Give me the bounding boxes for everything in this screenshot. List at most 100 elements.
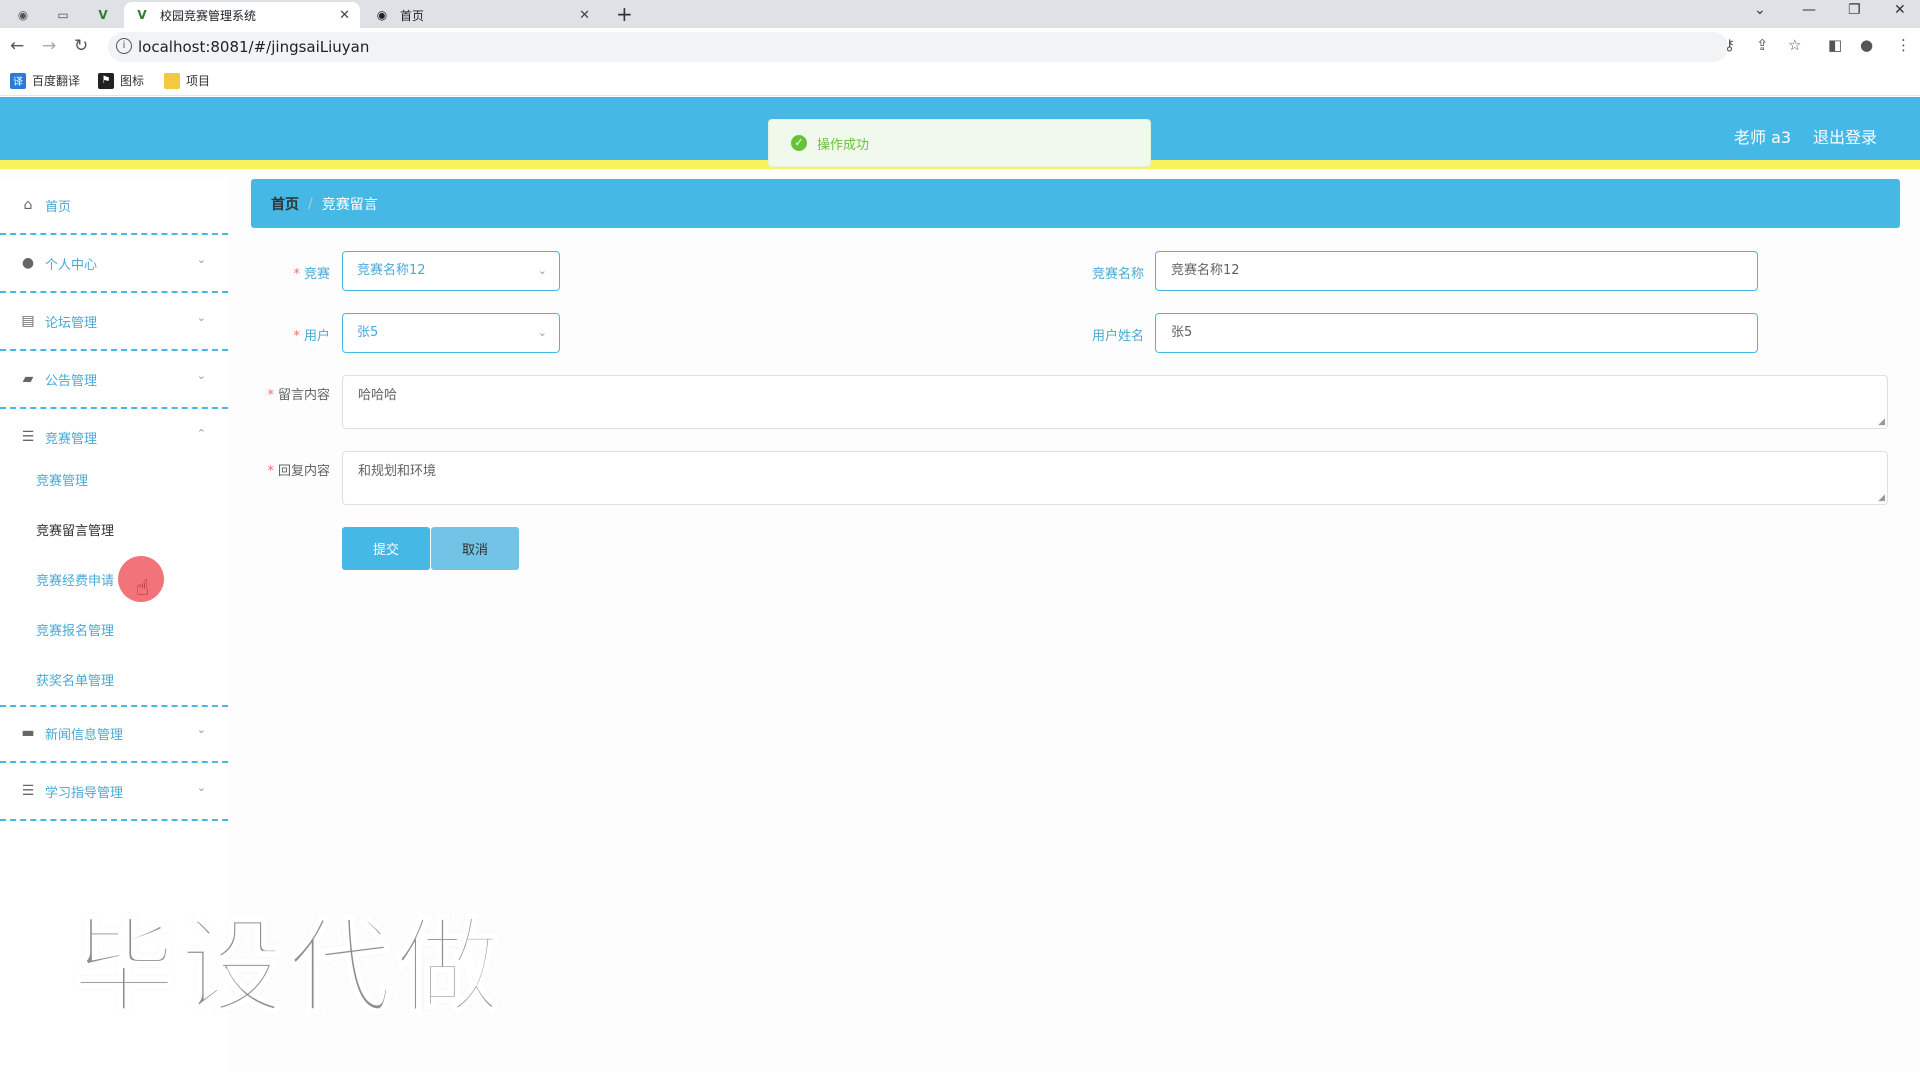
side-panel-icon[interactable]: ◧ — [1828, 36, 1842, 54]
check-circle-icon: ✓ — [791, 135, 807, 151]
sidebar-item-label: 学习指导管理 — [45, 786, 124, 801]
sidebar-item-label: 公告管理 — [45, 374, 98, 389]
bookmark-icons[interactable]: ⚑ 图标 — [98, 72, 144, 89]
tab-search-icon[interactable]: ⌄ — [1754, 2, 1766, 18]
key-icon[interactable]: ⚷ — [1724, 36, 1735, 54]
breadcrumb-separator: / — [308, 195, 313, 212]
sidebar-item-news[interactable]: ▬ 新闻信息管理 ⌄ — [0, 707, 228, 763]
sidebar-item-label: 个人中心 — [45, 258, 98, 273]
menu-dots-icon[interactable]: ⋮ — [1896, 36, 1911, 54]
message-label: * 留言内容 — [267, 388, 330, 403]
tab-campus-system[interactable]: V 校园竞赛管理系统 ✕ — [124, 2, 360, 28]
submit-button[interactable]: 提交 — [342, 527, 430, 570]
vue-icon[interactable]: V — [92, 4, 114, 26]
resize-grip-icon[interactable]: ◢ — [1878, 493, 1885, 503]
forward-icon[interactable]: → — [42, 36, 56, 56]
watermark-text: 毕设代做 — [70, 905, 505, 1030]
sidebar-item-label: 论坛管理 — [45, 316, 98, 331]
translate-icon: 译 — [10, 72, 26, 89]
submenu-award-list[interactable]: 获奖名单管理 — [36, 670, 114, 689]
submenu-contest-manage[interactable]: 竞赛管理 — [36, 470, 88, 489]
chevron-down-icon: ⌄ — [196, 781, 206, 794]
bookmark-label: 图标 — [120, 74, 145, 88]
close-icon[interactable]: ✕ — [579, 8, 590, 23]
info-icon[interactable]: i — [116, 38, 132, 54]
close-icon[interactable]: ✕ — [339, 8, 350, 23]
reload-icon[interactable]: ↻ — [74, 36, 88, 56]
breadcrumb-home[interactable]: 首页 — [271, 194, 299, 214]
sidebar-item-label: 竞赛管理 — [45, 432, 98, 447]
submenu-contest-funding[interactable]: 竞赛经费申请 — [36, 570, 114, 589]
globe-icon[interactable]: ◉ — [12, 4, 34, 26]
vue-icon: V — [137, 8, 147, 22]
sidebar-item-home[interactable]: ⌂ 首页 — [0, 179, 228, 235]
chat-icon: ▬ — [21, 725, 35, 741]
minimize-icon[interactable]: — — [1802, 2, 1816, 18]
toast-message: 操作成功 — [817, 137, 870, 153]
url-bar[interactable]: i localhost:8081/#/jingsaiLiuyan — [108, 32, 1728, 62]
menu-icon: ☰ — [21, 429, 35, 445]
chevron-up-icon: ⌃ — [196, 427, 206, 440]
reply-text: 和规划和环境 — [358, 464, 437, 479]
contest-name-label: 竞赛名称 — [1091, 267, 1144, 282]
breadcrumb: 首页 / 竞赛留言 — [251, 179, 1900, 228]
chevron-down-icon: ⌄ — [196, 369, 206, 382]
globe-icon: ◉ — [376, 8, 388, 22]
sidebar-item-notice[interactable]: ▰ 公告管理 ⌄ — [0, 353, 228, 409]
user-name-label: 用户姓名 — [1091, 329, 1144, 344]
sidebar-item-study[interactable]: ☰ 学习指导管理 ⌄ — [0, 765, 228, 821]
blank-tab-icon[interactable]: ▭ — [52, 4, 74, 26]
url-text[interactable]: localhost:8081/#/jingsaiLiuyan — [138, 38, 369, 56]
hand-cursor-icon: ☝ — [136, 576, 150, 601]
folder-icon — [164, 72, 180, 89]
close-window-icon[interactable]: ✕ — [1894, 2, 1906, 18]
back-icon[interactable]: ← — [10, 36, 24, 56]
reply-label: * 回复内容 — [267, 464, 330, 479]
sidebar-item-personal[interactable]: ● 个人中心 ⌄ — [0, 237, 228, 293]
chevron-down-icon: ⌄ — [537, 264, 547, 277]
bookmark-label: 项目 — [186, 74, 211, 88]
sidebar-item-label: 首页 — [45, 200, 72, 215]
reply-textarea[interactable]: 和规划和环境 ◢ — [342, 451, 1888, 505]
tab-title: 首页 — [400, 8, 425, 23]
current-user: 老师 a3 — [1734, 128, 1792, 147]
restore-icon[interactable]: ❐ — [1848, 2, 1861, 18]
contest-name-input[interactable]: 竞赛名称12 — [1155, 251, 1758, 291]
home-icon: ⌂ — [23, 197, 33, 213]
address-bar-row: ← → ↻ i localhost:8081/#/jingsaiLiuyan ⚷… — [0, 28, 1920, 66]
forum-icon: ▤ — [21, 313, 35, 329]
sidebar-item-contest[interactable]: ☰ 竞赛管理 ⌃ — [0, 411, 228, 467]
resize-grip-icon[interactable]: ◢ — [1878, 417, 1885, 427]
chevron-down-icon: ⌄ — [196, 253, 206, 266]
bookmark-project[interactable]: 项目 — [164, 72, 210, 89]
bookmarks-bar: 译 百度翻译 ⚑ 图标 项目 — [0, 66, 1920, 96]
sidebar-item-label: 新闻信息管理 — [45, 728, 124, 743]
breadcrumb-current: 竞赛留言 — [321, 196, 378, 213]
star-icon[interactable]: ☆ — [1788, 36, 1801, 54]
logout-link[interactable]: 退出登录 — [1813, 124, 1877, 148]
bookmark-baidu-translate[interactable]: 译 百度翻译 — [10, 72, 80, 89]
user-select[interactable]: 张5 ⌄ — [342, 313, 560, 353]
message-textarea[interactable]: 哈哈哈 ◢ — [342, 375, 1888, 429]
share-icon[interactable]: ⇪ — [1756, 36, 1769, 54]
contest-select-value: 竞赛名称12 — [357, 263, 426, 278]
user-name-input[interactable]: 张5 — [1155, 313, 1758, 353]
sidebar-item-forum[interactable]: ▤ 论坛管理 ⌄ — [0, 295, 228, 351]
success-toast: ✓ 操作成功 — [768, 119, 1151, 167]
chevron-down-icon: ⌄ — [196, 311, 206, 324]
cancel-button[interactable]: 取消 — [431, 527, 519, 570]
tab-home[interactable]: ◉ 首页 ✕ — [364, 2, 600, 28]
submenu-contest-message[interactable]: 竞赛留言管理 — [36, 520, 114, 539]
browser-tab-bar: ◉ ▭ V V 校园竞赛管理系统 ✕ ◉ 首页 ✕ + ⌄ — ❐ ✕ — [0, 0, 1920, 28]
new-tab-button[interactable]: + — [616, 3, 633, 25]
briefcase-icon: ▰ — [22, 371, 34, 387]
tab-title: 校园竞赛管理系统 — [160, 8, 257, 23]
user-icon: ● — [21, 255, 35, 271]
profile-icon[interactable]: ● — [1860, 36, 1873, 54]
bookmark-label: 百度翻译 — [32, 74, 81, 88]
chevron-down-icon: ⌄ — [196, 723, 206, 736]
contest-select[interactable]: 竞赛名称12 ⌄ — [342, 251, 560, 291]
message-text: 哈哈哈 — [358, 388, 398, 403]
submenu-contest-signup[interactable]: 竞赛报名管理 — [36, 620, 114, 639]
contest-label: * 竞赛 — [293, 267, 330, 282]
